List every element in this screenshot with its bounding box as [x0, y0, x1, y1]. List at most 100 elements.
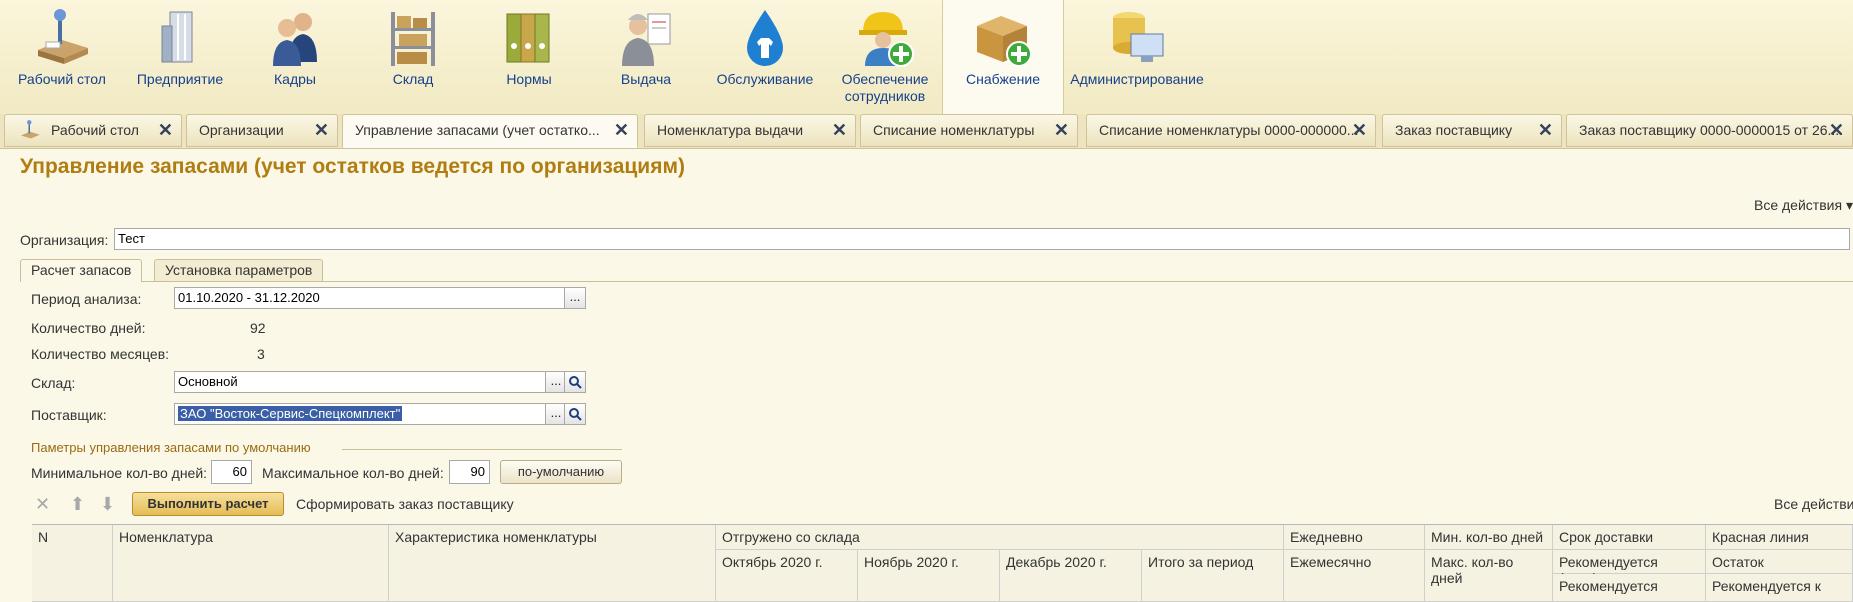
section-label: Обеспечение сотрудников — [841, 71, 929, 104]
column-header-rec-min[interactable]: Рекомендуется (мин.) — [1553, 550, 1706, 586]
section-supply[interactable]: Снабжение — [942, 0, 1064, 119]
tab-stock-calculation[interactable]: Расчет запасов — [20, 259, 143, 282]
close-icon[interactable]: ✕ — [314, 115, 329, 146]
supplier-label: Поставщик: — [31, 407, 107, 423]
window-tab-issue-nomenclature[interactable]: Номенклатура выдачи ✕ — [644, 114, 856, 147]
worker-icon — [622, 13, 671, 66]
section-service[interactable]: Обслуживание — [708, 0, 822, 118]
period-label: Период анализа: — [31, 291, 142, 307]
delete-icon[interactable]: ✕ — [35, 494, 50, 515]
window-tab-label: Списание номенклатуры 0000-000000... — [1099, 122, 1359, 138]
database-computer-icon — [1113, 12, 1164, 62]
window-tab-supplier-order-doc[interactable]: Заказ поставщику 0000-0000015 от 26.... … — [1566, 114, 1853, 147]
min-days-field[interactable]: 60 — [211, 460, 252, 484]
warehouse-search-button[interactable] — [564, 371, 586, 393]
period-select-button[interactable]: ... — [564, 287, 586, 309]
section-enterprise[interactable]: Предприятие — [128, 0, 232, 118]
close-icon[interactable]: ✕ — [1538, 115, 1553, 146]
min-days-label: Минимальное кол-во дней: — [31, 465, 208, 481]
column-header-monthly[interactable]: Ежемесячно — [1284, 550, 1425, 602]
tabs-divider — [20, 281, 1853, 282]
supplier-field[interactable]: ЗАО "Восток-Сервис-Спецкомплект" — [174, 403, 548, 425]
window-tab-writeoff-doc[interactable]: Списание номенклатуры 0000-000000... ✕ — [1086, 114, 1376, 147]
section-warehouse[interactable]: Склад — [366, 0, 460, 118]
tab-parameters[interactable]: Установка параметров — [154, 259, 324, 281]
window-tab-desktop[interactable]: Рабочий стол ✕ — [4, 114, 182, 147]
column-header-delivery[interactable]: Срок доставки — [1553, 525, 1706, 550]
column-header-daily[interactable]: Ежедневно — [1284, 525, 1425, 550]
people-icon — [273, 13, 317, 66]
warehouse-field[interactable]: Основной — [174, 371, 548, 393]
close-icon[interactable]: ✕ — [1829, 115, 1844, 146]
column-header-total[interactable]: Итого за период — [1142, 550, 1284, 602]
run-calculation-button[interactable]: Выполнить расчет — [132, 492, 284, 516]
defaults-group-title: Паметры управления запасами по умолчанию — [31, 440, 311, 455]
section-label: Обслуживание — [716, 71, 814, 87]
column-header-shipped[interactable]: Отгружено со склада — [716, 525, 1284, 550]
helmet-add-icon — [859, 12, 914, 67]
search-icon — [569, 376, 582, 389]
column-header-n[interactable]: N — [32, 525, 113, 602]
section-norms[interactable]: Нормы — [482, 0, 576, 118]
warehouse-label: Склад: — [31, 375, 76, 391]
organization-label: Организация: — [20, 232, 109, 248]
supplier-value: ЗАО "Восток-Сервис-Спецкомплект" — [178, 406, 403, 421]
column-header-recommended[interactable]: Рекомендуется — [1553, 574, 1706, 602]
column-header-stock[interactable]: Остаток — [1706, 550, 1853, 574]
desk-icon — [38, 9, 88, 64]
close-icon[interactable]: ✕ — [1054, 115, 1069, 146]
section-label: Склад — [392, 71, 434, 87]
days-value: 92 — [250, 320, 266, 336]
section-hr[interactable]: Кадры — [252, 0, 338, 118]
column-header-min-days[interactable]: Мин. кол-во дней — [1425, 525, 1553, 550]
section-desktop[interactable]: Рабочий стол — [14, 0, 110, 118]
window-tab-label: Организации — [199, 122, 284, 138]
column-header-characteristic[interactable]: Характеристика номенклатуры — [389, 525, 716, 602]
column-header-red-line[interactable]: Красная линия — [1706, 525, 1853, 550]
table-all-actions-menu[interactable]: Все действи — [1774, 496, 1853, 512]
organization-field[interactable]: Тест — [114, 228, 1850, 250]
window-tab-label: Заказ поставщику — [1395, 122, 1513, 138]
window-tab-inventory-management[interactable]: Управление запасами (учет остатко... ✕ — [342, 114, 638, 148]
period-field[interactable]: 01.10.2020 - 31.12.2020 — [174, 287, 566, 309]
close-icon[interactable]: ✕ — [832, 115, 847, 146]
window-tab-organizations[interactable]: Организации ✕ — [186, 114, 338, 147]
open-windows-bar: Рабочий стол ✕ Организации ✕ Управление … — [0, 114, 1853, 149]
column-header-dec[interactable]: Декабрь 2020 г. — [1000, 550, 1142, 602]
building-icon — [161, 11, 193, 63]
arrow-up-icon[interactable]: ⬆ — [70, 494, 85, 515]
folders-icon — [506, 13, 550, 63]
drop-shirt-icon — [747, 10, 783, 66]
window-tab-label: Номенклатура выдачи — [657, 122, 804, 138]
section-employee-supply[interactable]: Обеспечение сотрудников — [830, 0, 940, 118]
shelves-icon — [391, 12, 435, 66]
window-tab-label: Рабочий стол — [51, 122, 139, 138]
create-supplier-order-button[interactable]: Сформировать заказ поставщику — [296, 496, 514, 512]
column-header-recommended-to[interactable]: Рекомендуется к — [1706, 574, 1853, 602]
window-tab-supplier-order[interactable]: Заказ поставщику ✕ — [1382, 114, 1562, 147]
close-icon[interactable]: ✕ — [158, 115, 173, 146]
default-button[interactable]: по-умолчанию — [500, 460, 622, 484]
column-header-nov[interactable]: Ноябрь 2020 г. — [858, 550, 1000, 602]
section-label: Снабжение — [966, 71, 1040, 87]
max-days-field[interactable]: 90 — [449, 460, 490, 484]
section-issue[interactable]: Выдача — [598, 0, 694, 118]
days-label: Количество дней: — [31, 320, 146, 336]
months-value: 3 — [257, 346, 265, 362]
window-tab-writeoff[interactable]: Списание номенклатуры ✕ — [860, 114, 1078, 147]
box-add-icon — [977, 16, 1032, 67]
stock-table: N Номенклатура Характеристика номенклату… — [32, 524, 1853, 602]
section-label: Нормы — [506, 71, 552, 87]
column-header-oct[interactable]: Октябрь 2020 г. — [716, 550, 858, 602]
supplier-search-button[interactable] — [564, 403, 586, 425]
all-actions-menu[interactable]: Все действия ▾ — [1754, 197, 1853, 214]
close-icon[interactable]: ✕ — [1352, 115, 1367, 146]
close-icon[interactable]: ✕ — [614, 115, 629, 146]
arrow-down-icon[interactable]: ⬇ — [100, 494, 115, 515]
desk-icon — [21, 120, 40, 139]
max-days-label: Максимальное кол-во дней: — [262, 465, 444, 481]
column-header-max-days[interactable]: Макс. кол-во дней — [1425, 550, 1553, 602]
group-divider — [342, 449, 622, 450]
section-administration[interactable]: Администрирование — [1066, 0, 1208, 118]
column-header-nomenclature[interactable]: Номенклатура — [113, 525, 389, 602]
